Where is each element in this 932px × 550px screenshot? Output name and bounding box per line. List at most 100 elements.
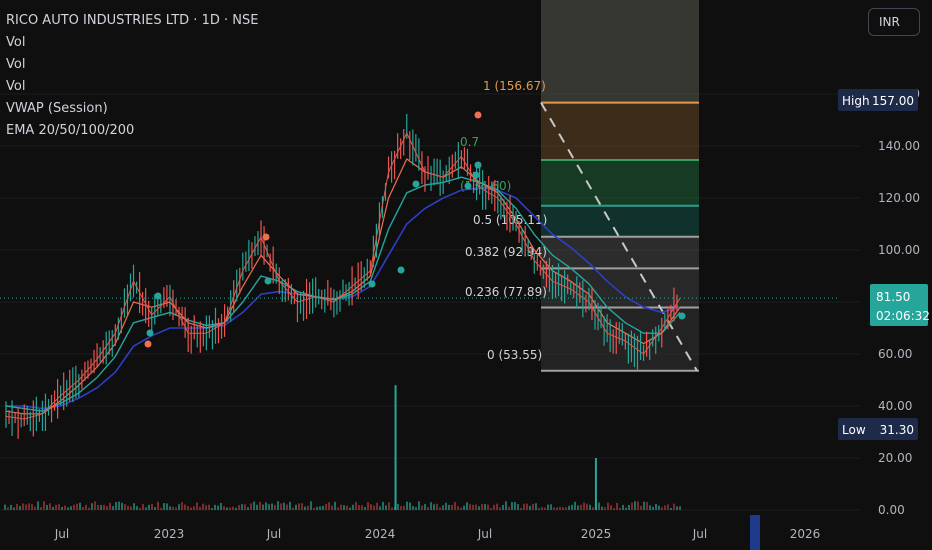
volume-bar — [145, 507, 147, 510]
volume-bar — [100, 504, 102, 510]
volume-bar — [448, 504, 450, 510]
volume-bar — [109, 502, 111, 510]
volume-bar — [391, 507, 393, 510]
volume-bar — [667, 504, 669, 510]
volume-bar — [505, 501, 507, 510]
volume-bar-spike — [594, 458, 597, 510]
volume-bar — [355, 501, 357, 510]
volume-bar — [28, 503, 30, 510]
volume-bar — [532, 503, 534, 510]
volume-bar — [58, 504, 60, 510]
fib-level-label: 0 (53.55) — [487, 348, 542, 362]
volume-bar — [535, 503, 537, 510]
volume-bar — [406, 501, 408, 510]
volume-bar — [25, 504, 27, 510]
volume-bar — [283, 502, 285, 510]
volume-bar — [352, 504, 354, 510]
volume-bar — [364, 507, 366, 510]
volume-bar — [73, 504, 75, 510]
legend-indicator-vwap[interactable]: VWAP (Session) — [6, 98, 258, 120]
volume-bar — [649, 505, 651, 510]
volume-bar — [199, 506, 201, 510]
y-tick-label: 20.00 — [878, 451, 912, 465]
legend-indicator-vol-1[interactable]: Vol — [6, 32, 258, 54]
volume-bar — [358, 505, 360, 510]
volume-bar — [133, 503, 135, 510]
legend-indicator-ema[interactable]: EMA 20/50/100/200 — [6, 120, 258, 142]
volume-bar — [262, 504, 264, 510]
volume-bar — [193, 506, 195, 510]
volume-bar — [520, 507, 522, 510]
volume-bar — [169, 506, 171, 510]
volume-bar — [232, 506, 234, 510]
last-price-countdown: 02:06:32 — [876, 309, 930, 323]
volume-bar — [259, 501, 261, 510]
volume-bar — [445, 502, 447, 510]
volume-bar — [253, 501, 255, 510]
volume-bar — [661, 507, 663, 510]
y-tick-label: 60.00 — [878, 347, 912, 361]
volume-bar — [325, 503, 327, 510]
signal-dot — [397, 266, 405, 274]
volume-bar — [460, 507, 462, 510]
signal-dot — [412, 180, 420, 188]
volume-bar — [643, 501, 645, 510]
volume-bar — [658, 505, 660, 510]
volume-bar — [346, 505, 348, 510]
volume-bar — [55, 504, 57, 510]
legend-indicator-vol-2[interactable]: Vol — [6, 54, 258, 76]
volume-bar — [622, 504, 624, 510]
volume-bar — [547, 504, 549, 510]
currency-button[interactable]: INR — [868, 8, 920, 36]
signal-dot — [146, 329, 154, 337]
volume-bar — [538, 507, 540, 510]
volume-bar — [583, 502, 585, 510]
volume-bar — [634, 501, 636, 510]
volume-bar — [223, 506, 225, 510]
volume-bar — [271, 503, 273, 510]
volume-bar — [139, 507, 141, 510]
x-tick-label: Jul — [266, 527, 281, 541]
volume-bar — [517, 504, 519, 510]
volume-bar — [676, 506, 678, 510]
volume-bar — [379, 506, 381, 510]
volume-bar — [370, 504, 372, 510]
volume-bar — [475, 504, 477, 510]
volume-bar — [136, 506, 138, 510]
volume-bar — [337, 507, 339, 510]
volume-bar — [187, 506, 189, 510]
x-tick-label: Jul — [477, 527, 492, 541]
signal-dot — [368, 280, 376, 288]
legend-title: RICO AUTO INDUSTRIES LTD · 1D · NSE — [6, 13, 259, 28]
volume-bar — [19, 506, 21, 510]
volume-bar — [22, 503, 24, 510]
volume-bar — [67, 507, 69, 510]
volume-bar — [487, 504, 489, 510]
volume-bar — [571, 504, 573, 510]
volume-bar — [628, 504, 630, 510]
volume-bar — [310, 501, 312, 510]
volume-bar — [493, 504, 495, 510]
volume-bar — [163, 503, 165, 510]
volume-bar — [241, 504, 243, 510]
volume-bar — [328, 502, 330, 510]
volume-bar — [172, 506, 174, 510]
volume-bar — [511, 502, 513, 510]
volume-bar — [457, 506, 459, 510]
volume-bar — [565, 507, 567, 510]
volume-bar — [229, 507, 231, 510]
volume-bar — [340, 504, 342, 510]
volume-bar — [214, 504, 216, 510]
volume-bar — [322, 505, 324, 510]
volume-bar — [289, 501, 291, 510]
volume-bar — [400, 506, 402, 510]
volume-bar — [574, 501, 576, 510]
y-tick-label: 140.00 — [878, 139, 920, 153]
volume-bar — [361, 505, 363, 510]
volume-bar — [430, 502, 432, 510]
signal-dot — [264, 277, 272, 285]
volume-bar — [151, 503, 153, 510]
legend-indicator-vol-3[interactable]: Vol — [6, 76, 258, 98]
volume-bar — [127, 505, 129, 510]
volume-bar — [76, 503, 78, 510]
